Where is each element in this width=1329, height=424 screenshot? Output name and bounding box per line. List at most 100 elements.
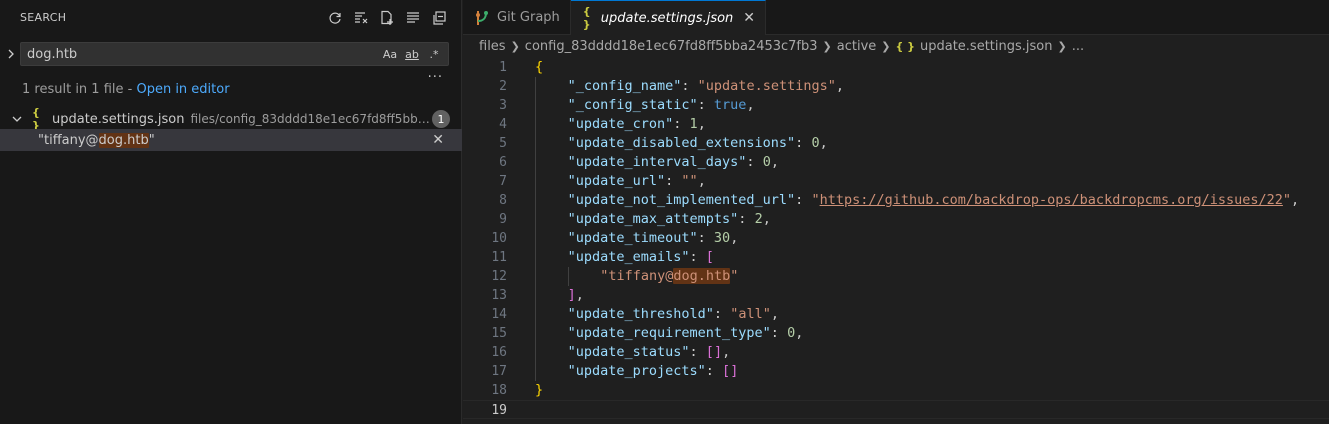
- match-after: ": [148, 132, 155, 148]
- line-content: "update_status": [],: [567, 344, 731, 360]
- line-number: 14: [491, 307, 507, 322]
- line-number: 8: [499, 193, 507, 208]
- code-line[interactable]: 4 "update_cron": 1,: [463, 115, 1329, 134]
- breadcrumb-item[interactable]: ...: [1072, 39, 1084, 54]
- collapse-all-icon[interactable]: [429, 8, 449, 28]
- indent-guide: [535, 77, 536, 96]
- line-content: "update_url": "",: [567, 173, 706, 189]
- match-highlight: dog.htb: [98, 132, 149, 148]
- json-file-icon: { }: [895, 39, 915, 53]
- line-content: "update_threshold": "all",: [567, 306, 779, 322]
- code-line[interactable]: 7 "update_url": "",: [463, 172, 1329, 191]
- line-content: }: [535, 382, 544, 398]
- indent-guide: [535, 191, 536, 210]
- new-search-editor-icon[interactable]: [377, 8, 397, 28]
- breadcrumb-item[interactable]: config_83dddd18e1ec67fd8ff5bba2453c7fb3: [525, 39, 818, 54]
- match-before: "tiffany@: [38, 132, 99, 148]
- line-number: 16: [491, 345, 507, 360]
- line-number: 9: [499, 212, 507, 227]
- code-line[interactable]: 2 "_config_name": "update.settings",: [463, 77, 1329, 96]
- line-content: "tiffany@dog.htb": [600, 268, 739, 284]
- line-number: 19: [491, 403, 507, 418]
- clear-results-icon[interactable]: [351, 8, 371, 28]
- code-line[interactable]: 3 "_config_static": true,: [463, 96, 1329, 115]
- line-content: "update_projects": []: [567, 363, 739, 379]
- code-line[interactable]: 10 "update_timeout": 30,: [463, 229, 1329, 248]
- indent-guide: [535, 115, 536, 134]
- line-number: 7: [499, 174, 507, 189]
- dismiss-match-icon[interactable]: ✕: [432, 132, 444, 148]
- indent-guide: [535, 343, 536, 362]
- sidebar-actions: [325, 8, 461, 28]
- line-number: 5: [499, 136, 507, 151]
- line-content: "update_interval_days": 0,: [567, 154, 779, 170]
- code-line[interactable]: 16 "update_status": [],: [463, 343, 1329, 362]
- line-number: 6: [499, 155, 507, 170]
- line-number: 10: [491, 231, 507, 246]
- indent-guide: [567, 267, 569, 286]
- code-line[interactable]: 1{: [463, 58, 1329, 77]
- line-content: "update_max_attempts": 2,: [567, 211, 771, 227]
- line-content: "update_requirement_type": 0,: [567, 325, 804, 341]
- use-regex-toggle[interactable]: .*: [424, 45, 444, 63]
- line-number: 2: [499, 79, 507, 94]
- breadcrumb-item[interactable]: files: [479, 39, 506, 54]
- view-as-tree-icon[interactable]: [403, 8, 423, 28]
- line-content: "update_emails": [: [567, 249, 714, 265]
- result-match-row[interactable]: "tiffany@dog.htb" ✕: [0, 129, 462, 151]
- code-line[interactable]: 18}: [463, 381, 1329, 400]
- tab-git-graph[interactable]: Git Graph: [463, 0, 571, 35]
- line-content: "_config_static": true,: [567, 97, 755, 113]
- editor-area: Git Graph { } update.settings.json ✕ fil…: [463, 0, 1329, 424]
- tab-update-settings-json[interactable]: { } update.settings.json ✕: [570, 0, 767, 35]
- breadcrumb-item[interactable]: update.settings.json: [920, 39, 1053, 54]
- match-whole-word-toggle[interactable]: ab: [402, 45, 422, 63]
- tab-label: Git Graph: [497, 10, 560, 25]
- result-file-row[interactable]: { } update.settings.json files/config_83…: [0, 106, 462, 132]
- search-sidebar: SEARCH dog.htb Aa ab .* ... 1 result in …: [0, 0, 462, 424]
- line-number: 13: [491, 288, 507, 303]
- chevron-down-icon[interactable]: [12, 115, 24, 123]
- git-graph-icon: [475, 10, 489, 26]
- match-case-toggle[interactable]: Aa: [380, 45, 400, 63]
- indent-guide: [535, 96, 536, 115]
- open-in-editor-link[interactable]: Open in editor: [136, 82, 229, 97]
- code-line[interactable]: 17 "update_projects": []: [463, 362, 1329, 381]
- toggle-replace-chevron-icon[interactable]: [4, 45, 18, 63]
- search-input-value[interactable]: dog.htb: [21, 47, 380, 62]
- code-line[interactable]: 9 "update_max_attempts": 2,: [463, 210, 1329, 229]
- code-editor[interactable]: 1{2 "_config_name": "update.settings", 3 "_…: [463, 58, 1329, 419]
- line-number: 11: [491, 250, 507, 265]
- line-content: "update_cron": 1,: [567, 116, 706, 132]
- breadcrumb-item[interactable]: active: [837, 39, 877, 54]
- code-line[interactable]: 8 "update_not_implemented_url": "https://…: [463, 191, 1329, 210]
- results-count-text: 1 result in 1 file -: [22, 82, 137, 97]
- line-content: {: [535, 59, 544, 75]
- indent-guide: [535, 134, 536, 153]
- toggle-search-details-icon[interactable]: ...: [428, 66, 443, 81]
- sidebar-title: SEARCH: [20, 11, 67, 24]
- code-line[interactable]: 5 "update_disabled_extensions": 0,: [463, 134, 1329, 153]
- code-line[interactable]: 13],: [463, 286, 1329, 305]
- search-row: dog.htb Aa ab .*: [0, 42, 462, 66]
- indent-guide: [535, 324, 536, 343]
- line-content: ],: [567, 287, 584, 303]
- tab-label: update.settings.json: [600, 10, 734, 26]
- results-message: 1 result in 1 file - Open in editor: [22, 82, 230, 97]
- close-tab-icon[interactable]: ✕: [743, 10, 755, 26]
- code-line[interactable]: 6 "update_interval_days": 0,: [463, 153, 1329, 172]
- match-text: "tiffany@dog.htb": [38, 132, 155, 148]
- editor-tabs: Git Graph { } update.settings.json ✕: [463, 0, 1329, 35]
- line-number: 17: [491, 364, 507, 379]
- code-line[interactable]: 14 "update_threshold": "all",: [463, 305, 1329, 324]
- code-line[interactable]: 19: [463, 400, 1329, 419]
- line-number: 15: [491, 326, 507, 341]
- indent-guide: [535, 229, 536, 248]
- line-content: "update_disabled_extensions": 0,: [567, 135, 828, 151]
- line-number: 4: [499, 117, 507, 132]
- search-input[interactable]: dog.htb Aa ab .*: [20, 42, 449, 66]
- code-line[interactable]: 15 "update_requirement_type": 0,: [463, 324, 1329, 343]
- code-line[interactable]: 12 "tiffany@dog.htb": [463, 267, 1329, 286]
- code-line[interactable]: 11 "update_emails": [: [463, 248, 1329, 267]
- refresh-icon[interactable]: [325, 8, 345, 28]
